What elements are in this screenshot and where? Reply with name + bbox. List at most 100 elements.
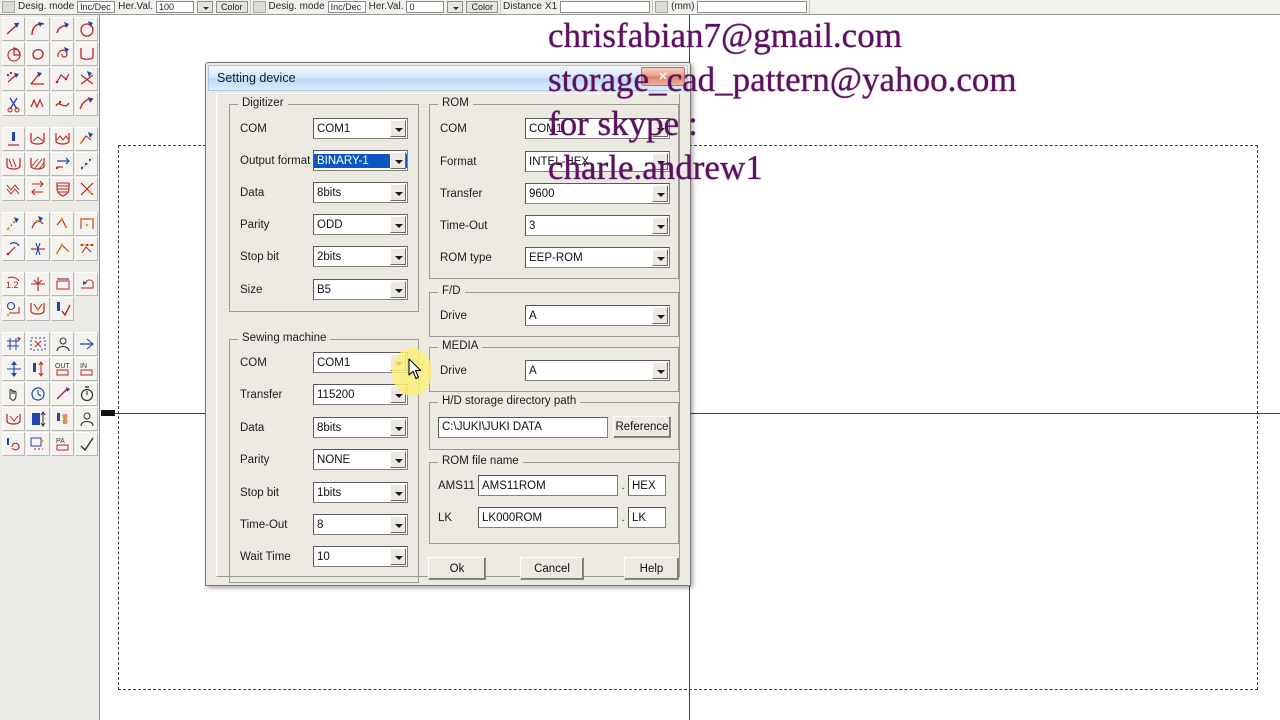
chevron-down-icon[interactable] bbox=[390, 184, 406, 201]
chevron-down-icon[interactable] bbox=[390, 516, 406, 533]
rom-file-ext-ams11-input[interactable]: HEX bbox=[628, 475, 666, 496]
tool-pocket-sew-icon[interactable] bbox=[74, 42, 98, 66]
chevron-down-icon[interactable] bbox=[652, 153, 668, 170]
close-icon[interactable]: ✕ bbox=[641, 67, 685, 86]
combo-sewing-stop-bit[interactable]: 1bits bbox=[313, 482, 408, 503]
tool-uzigzag2-icon[interactable] bbox=[50, 127, 74, 151]
help-button[interactable]: Help bbox=[624, 557, 679, 580]
tool-polyline-sew-icon[interactable] bbox=[50, 67, 74, 91]
tool-scissor-sew-icon[interactable] bbox=[2, 92, 26, 116]
toolbar-value-hval-1[interactable]: 100 bbox=[155, 0, 194, 13]
chevron-down-icon[interactable] bbox=[652, 120, 668, 137]
cancel-button[interactable]: Cancel bbox=[520, 557, 584, 580]
combo-sewing-parity[interactable]: NONE bbox=[313, 449, 408, 470]
tool-dots-line-icon[interactable] bbox=[74, 152, 98, 176]
combo-sewing-wait-time[interactable]: 10 bbox=[313, 546, 408, 567]
chevron-down-icon[interactable] bbox=[390, 216, 406, 233]
tool-operator-icon[interactable] bbox=[50, 332, 74, 356]
chevron-down-icon[interactable] bbox=[652, 362, 668, 379]
design-mode-red-icon[interactable] bbox=[252, 0, 266, 13]
rom-file-ext-lk-input[interactable]: LK bbox=[628, 507, 666, 528]
toolbar-field-incdec-2[interactable]: Inc/Dec bbox=[327, 0, 366, 13]
tool-point-sew-icon[interactable] bbox=[2, 67, 26, 91]
chevron-down-icon[interactable] bbox=[390, 152, 406, 169]
combo-digitizer-parity[interactable]: ODD bbox=[313, 214, 408, 235]
tool-pocket2-icon[interactable] bbox=[26, 297, 50, 321]
combo-digitizer-data[interactable]: 8bits bbox=[313, 182, 408, 203]
combo-rom-timeout[interactable]: 3 bbox=[525, 215, 670, 236]
combo-rom-format[interactable]: INTEL-HEX bbox=[525, 151, 670, 172]
chevron-down-icon[interactable] bbox=[652, 217, 668, 234]
tool-pan-hand-icon[interactable] bbox=[2, 382, 26, 406]
toolbar-color-button-1[interactable]: Color bbox=[215, 0, 248, 13]
chevron-down-icon[interactable] bbox=[390, 419, 406, 436]
tool-operator2-icon[interactable] bbox=[74, 407, 98, 431]
combo-sewing-timeout[interactable]: 8 bbox=[313, 514, 408, 535]
chevron-down-icon[interactable] bbox=[652, 307, 668, 324]
tool-angle-sew-icon[interactable] bbox=[26, 67, 50, 91]
tool-delete-point-icon[interactable] bbox=[50, 212, 74, 236]
tool-machine-icon[interactable] bbox=[50, 272, 74, 296]
toolbar-units-input[interactable] bbox=[697, 0, 808, 13]
tool-needle-offset-icon[interactable] bbox=[50, 407, 74, 431]
tool-clock-icon[interactable] bbox=[26, 382, 50, 406]
reference-button[interactable]: Reference bbox=[613, 416, 671, 438]
tool-region-edit-icon[interactable] bbox=[26, 432, 50, 456]
tool-cut-thread-icon[interactable] bbox=[74, 332, 98, 356]
tool-circle-sew-icon[interactable] bbox=[74, 17, 98, 41]
tool-select-region-icon[interactable] bbox=[26, 332, 50, 356]
chevron-down-icon[interactable] bbox=[390, 548, 406, 565]
tool-uzigzag-icon[interactable] bbox=[26, 127, 50, 151]
tool-group-points-icon[interactable] bbox=[74, 237, 98, 261]
tool-grid-snap-icon[interactable] bbox=[2, 332, 26, 356]
toolbar-distance-input[interactable] bbox=[560, 0, 651, 13]
tool-number-order-icon[interactable]: 1.2 bbox=[2, 272, 26, 296]
hd-path-input[interactable]: C:\JUKI\JUKI DATA bbox=[438, 416, 608, 438]
combo-fd-drive[interactable]: A bbox=[525, 305, 670, 326]
tool-check-needle-icon[interactable] bbox=[50, 297, 74, 321]
tool-check-icon[interactable] bbox=[74, 432, 98, 456]
tool-multipoint-icon[interactable] bbox=[74, 127, 98, 151]
combo-sewing-transfer[interactable]: 115200 bbox=[313, 384, 408, 405]
tool-wave-sew-icon[interactable] bbox=[50, 92, 74, 116]
tool-zigzag-sew-icon[interactable] bbox=[26, 92, 50, 116]
toolbar-spinner-1[interactable] bbox=[196, 0, 213, 13]
toolbar-color-button-2[interactable]: Color bbox=[466, 0, 498, 13]
tool-ufill-icon[interactable] bbox=[2, 152, 26, 176]
combo-rom-com[interactable]: COM1 bbox=[525, 118, 670, 139]
combo-sewing-data[interactable]: 8bits bbox=[313, 417, 408, 438]
tool-trim-icon[interactable] bbox=[26, 237, 50, 261]
tool-spiral-sew-icon[interactable] bbox=[50, 42, 74, 66]
tool-reverse-icon[interactable] bbox=[50, 152, 74, 176]
tool-timer-icon[interactable] bbox=[74, 382, 98, 406]
combo-digitizer-size[interactable]: B5 bbox=[313, 279, 408, 300]
tool-rotate-icon[interactable] bbox=[2, 237, 26, 261]
combo-digitizer-com[interactable]: COM1 bbox=[313, 118, 408, 139]
chevron-down-icon[interactable] bbox=[390, 120, 406, 137]
rom-file-name-ams11-input[interactable]: AMS11ROM bbox=[478, 475, 618, 496]
tool-swap-icon[interactable] bbox=[26, 177, 50, 201]
tool-needle-icon[interactable] bbox=[2, 127, 26, 151]
tool-needle-updown-icon[interactable] bbox=[26, 357, 50, 381]
tool-move-arrows-icon[interactable] bbox=[2, 357, 26, 381]
toolbar-field-incdec-1[interactable]: Inc/Dec bbox=[77, 0, 116, 13]
tool-fill-block-icon[interactable] bbox=[26, 407, 50, 431]
rom-file-name-lk-input[interactable]: LK000ROM bbox=[478, 507, 618, 528]
tool-pie-sew-icon[interactable] bbox=[2, 42, 26, 66]
tool-shield-fill-icon[interactable] bbox=[50, 177, 74, 201]
tool-ushape-icon[interactable] bbox=[2, 407, 26, 431]
tool-out-icon[interactable]: OUT bbox=[50, 357, 74, 381]
tool-add-point-icon[interactable] bbox=[26, 212, 50, 236]
tool-cross-sew-icon[interactable] bbox=[74, 67, 98, 91]
chevron-down-icon[interactable] bbox=[652, 185, 668, 202]
chevron-down-icon[interactable] bbox=[390, 451, 406, 468]
chevron-down-icon[interactable] bbox=[390, 484, 406, 501]
tool-split-icon[interactable] bbox=[50, 237, 74, 261]
toolbar-spinner-2[interactable] bbox=[447, 0, 464, 13]
tool-zigzag-fill-icon[interactable] bbox=[2, 177, 26, 201]
tool-align-icon[interactable] bbox=[26, 272, 50, 296]
chevron-down-icon[interactable] bbox=[652, 249, 668, 266]
combo-media-drive[interactable]: A bbox=[525, 360, 670, 381]
toolbar-value-hval-2[interactable]: 0 bbox=[406, 0, 445, 13]
tool-loop-icon[interactable] bbox=[2, 297, 26, 321]
